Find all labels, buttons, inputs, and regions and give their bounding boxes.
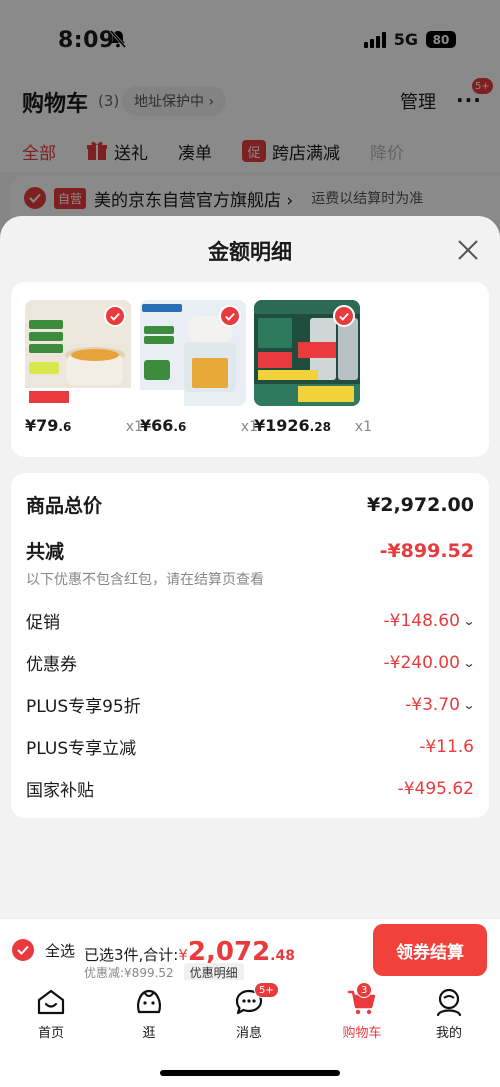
air-conditioner-product-image [254, 300, 360, 406]
discount-label: PLUS专享立减 [26, 739, 137, 759]
food-chopper-product-image [140, 300, 246, 406]
discount-value: -¥240.00 ⌄ [383, 652, 476, 673]
products-card: ¥79.6 x1 ¥66.6 x1 ¥1926.28 x1 [11, 282, 489, 457]
checkout-bar: 全选 已选3件,合计: ¥ 2,072 .48 优惠减:¥899.52 优惠明细… [0, 918, 500, 982]
discount-row-promotion[interactable]: 促销 -¥148.60 ⌄ [26, 608, 476, 634]
reduction-row: 共减 -¥899.52 [26, 537, 474, 564]
amount-detail-sheet: 金额明细 ¥79.6 x1 ¥66.6 x1 ¥1926.28 x1 商品总价 … [0, 216, 500, 924]
discount-row-plus-95[interactable]: PLUS专享95折 -¥3.70 ⌄ [26, 692, 476, 718]
chevron-down-icon: ⌄ [462, 613, 476, 628]
nav-label: 购物车 [342, 1026, 382, 1041]
discount-row-coupon[interactable]: 优惠券 -¥240.00 ⌄ [26, 650, 476, 676]
product-price: ¥79.6 [25, 416, 72, 435]
discount-value: -¥3.70 ⌄ [405, 694, 476, 715]
chevron-down-icon: ⌄ [462, 655, 476, 670]
nav-item-messages[interactable]: 5+ 消息 [214, 982, 284, 1041]
select-all-check-icon[interactable] [12, 939, 34, 961]
nav-item-profile[interactable]: 我的 [414, 986, 484, 1041]
product-price-row: ¥79.6 x1 [25, 416, 143, 435]
product-check-icon[interactable] [333, 305, 355, 327]
reduction-value: -¥899.52 [379, 539, 474, 562]
sheet-header: 金额明细 [0, 216, 500, 280]
discount-row-plus-off: PLUS专享立减 -¥11.6 [26, 734, 474, 760]
discount-row-subsidy: 国家补贴 -¥495.62 [26, 776, 474, 802]
nav-item-home[interactable]: 首页 [16, 986, 86, 1041]
browse-icon [137, 989, 161, 1014]
bottom-nav: 首页 逛 5+ 消息 3 购物车 我的 [0, 980, 500, 1087]
stew-pot-product-image [25, 300, 131, 406]
sheet-title: 金额明细 [208, 240, 292, 264]
checkout-button[interactable]: 领券结算 [373, 924, 487, 976]
profile-icon [436, 988, 462, 1017]
home-indicator [160, 1070, 340, 1076]
nav-label: 我的 [435, 1026, 462, 1041]
nav-item-cart[interactable]: 3 购物车 [327, 982, 397, 1041]
product-price-row: ¥1926.28 x1 [254, 416, 372, 435]
product-price-row: ¥66.6 x1 [140, 416, 258, 435]
nav-label: 逛 [142, 1026, 156, 1041]
reduction-label: 共减 [26, 541, 65, 563]
select-all-label[interactable]: 全选 [45, 940, 75, 961]
discount-value: -¥11.6 [419, 736, 474, 757]
product-price: ¥66.6 [140, 416, 187, 435]
product-price: ¥1926.28 [254, 416, 331, 435]
product-item[interactable]: ¥79.6 x1 [25, 300, 143, 435]
discount-label: 优惠券 [26, 655, 77, 675]
total-amount-decimal: .48 [270, 948, 295, 964]
chevron-down-icon: ⌄ [462, 697, 476, 712]
product-check-icon[interactable] [219, 305, 241, 327]
nav-label: 首页 [37, 1026, 64, 1041]
total-value: ¥2,972.00 [367, 493, 474, 516]
product-item[interactable]: ¥66.6 x1 [140, 300, 258, 435]
home-icon [37, 989, 65, 1015]
discount-summary-text: 优惠减:¥899.52 [84, 966, 174, 980]
discount-label: 促销 [26, 613, 60, 633]
product-check-icon[interactable] [104, 305, 126, 327]
amount-detail-card: 商品总价 ¥2,972.00 共减 -¥899.52 以下优惠不包含红包，请在结… [11, 473, 489, 818]
total-currency: ¥ [178, 946, 188, 964]
discount-value: -¥495.62 [397, 778, 474, 799]
nav-item-browse[interactable]: 逛 [114, 986, 184, 1041]
total-row: 商品总价 ¥2,972.00 [26, 491, 474, 518]
total-label: 商品总价 [26, 495, 103, 517]
nav-label: 消息 [235, 1026, 262, 1041]
messages-badge: 5+ [254, 982, 279, 998]
product-qty: x1 [354, 419, 372, 435]
product-item[interactable]: ¥1926.28 x1 [254, 300, 372, 435]
close-icon[interactable] [456, 238, 480, 262]
discount-label: 国家补贴 [26, 781, 94, 801]
selected-count-label: 已选3件,合计: [84, 946, 179, 964]
discount-label: PLUS专享95折 [26, 697, 141, 717]
reduction-note: 以下优惠不包含红包，请在结算页查看 [26, 572, 264, 588]
discount-value: -¥148.60 ⌄ [383, 610, 476, 631]
